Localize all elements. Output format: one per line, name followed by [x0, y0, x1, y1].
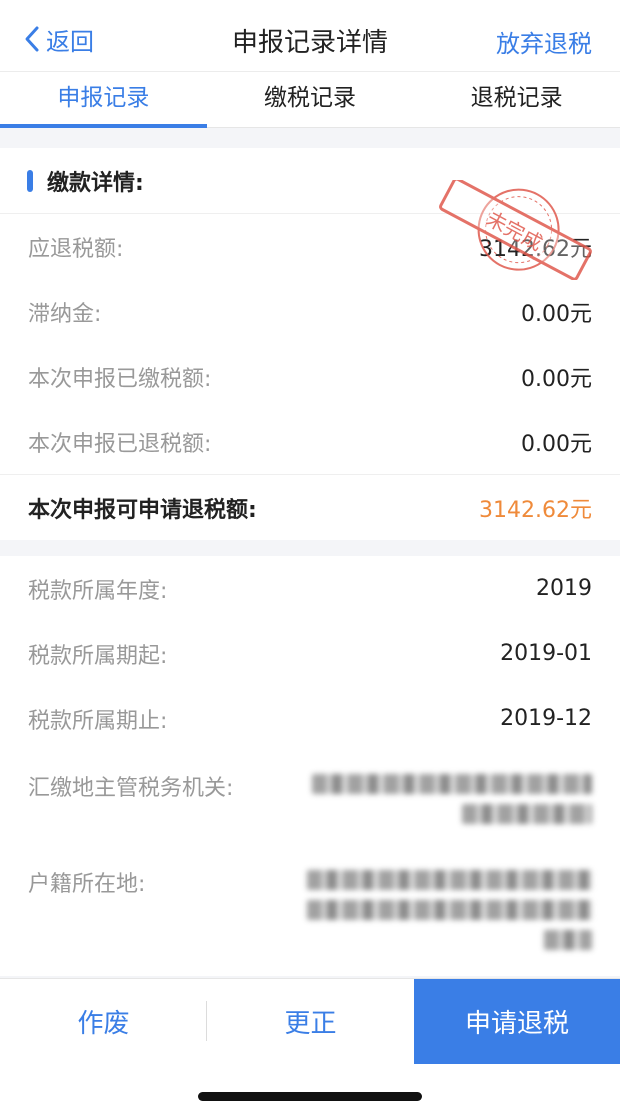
info-row-period-end: 税款所属期止: 2019-12 [0, 686, 620, 751]
tab-bar: 申报记录 缴税记录 退税记录 [0, 72, 620, 128]
total-label: 本次申报可申请退税额: [28, 497, 257, 523]
bottom-action-bar: 作废 更正 申请退税 [0, 978, 620, 1064]
info-row-period-start: 税款所属期起: 2019-01 [0, 621, 620, 686]
section-header: 缴款详情: [0, 148, 620, 214]
row-value: 2019-12 [500, 706, 592, 731]
correct-button[interactable]: 更正 [207, 979, 414, 1064]
detail-row-late-fee: 滞纳金: 0.00元 [0, 279, 620, 344]
back-button[interactable]: 返回 [22, 22, 94, 56]
payment-details-card: 缴款详情: 应退税额: 3142.62元 滞纳金: 0.00元 本次申报已缴税额… [0, 148, 620, 540]
detail-row-paid: 本次申报已缴税额: 0.00元 [0, 344, 620, 409]
info-row-year: 税款所属年度: 2019 [0, 556, 620, 621]
row-value: 2019 [536, 576, 592, 601]
detail-row-refundable: 应退税额: 3142.62元 [0, 214, 620, 279]
row-label: 滞纳金: [28, 301, 102, 327]
detail-row-refunded: 本次申报已退税额: 0.00元 [0, 409, 620, 474]
row-label: 税款所属期起: [28, 643, 168, 669]
row-label: 税款所属年度: [28, 578, 168, 604]
row-label: 本次申报已缴税额: [28, 366, 212, 392]
void-button[interactable]: 作废 [0, 979, 207, 1064]
redacted-authority-value [312, 774, 592, 834]
row-label: 应退税额: [28, 236, 124, 262]
detail-row-total: 本次申报可申请退税额: 3142.62元 [0, 474, 620, 540]
tab-payment-records[interactable]: 缴税记录 [207, 72, 414, 127]
row-value: 0.00元 [521, 301, 592, 327]
redacted-line [544, 930, 592, 950]
tab-refund-records[interactable]: 退税记录 [413, 72, 620, 127]
home-indicator-area [0, 1064, 620, 1112]
row-label: 税款所属期止: [28, 708, 168, 734]
redacted-household-value [307, 870, 592, 960]
row-value: 0.00元 [521, 431, 592, 457]
total-value: 3142.62元 [479, 497, 592, 523]
section-title: 缴款详情: [47, 170, 144, 196]
chevron-left-icon [25, 26, 39, 52]
redacted-line [307, 900, 592, 920]
nav-bar: 返回 申报记录详情 放弃退税 [0, 0, 620, 72]
tax-info-card: 税款所属年度: 2019 税款所属期起: 2019-01 税款所属期止: 201… [0, 556, 620, 976]
row-label: 本次申报已退税额: [28, 431, 212, 457]
abandon-refund-button[interactable]: 放弃退税 [496, 24, 592, 59]
back-label: 返回 [46, 27, 94, 56]
section-accent-bar [27, 169, 33, 192]
apply-refund-button[interactable]: 申请退税 [414, 979, 620, 1064]
home-indicator[interactable] [198, 1092, 422, 1101]
row-value: 0.00元 [521, 366, 592, 392]
tab-declaration-records[interactable]: 申报记录 [0, 72, 207, 128]
redacted-line [312, 774, 592, 794]
redacted-line [307, 870, 592, 890]
row-value: 2019-01 [500, 641, 592, 666]
row-value: 3142.62元 [479, 236, 592, 262]
row-label: 户籍所在地: [28, 872, 146, 897]
page-title: 申报记录详情 [231, 28, 388, 58]
redacted-line [462, 804, 592, 824]
row-label: 汇缴地主管税务机关: [28, 776, 234, 801]
